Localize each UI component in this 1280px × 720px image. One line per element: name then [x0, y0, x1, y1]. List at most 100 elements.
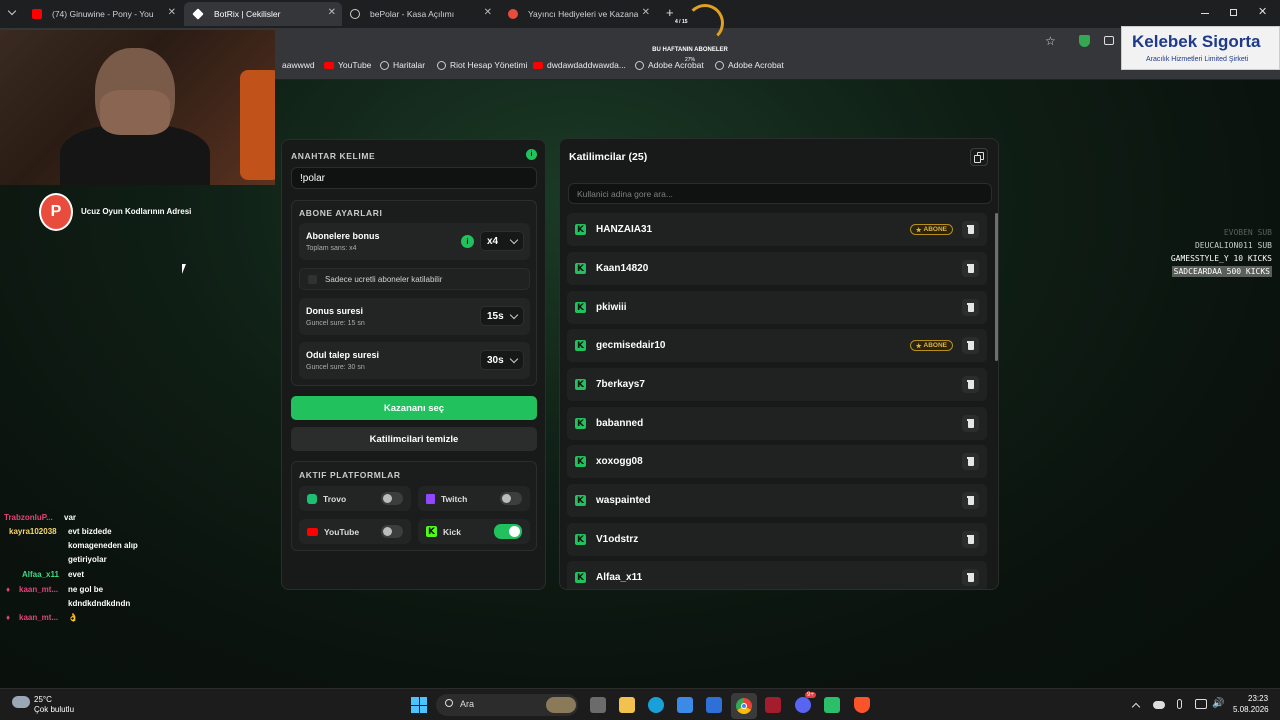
shield-icon[interactable] — [1079, 35, 1090, 47]
sub-bonus-select[interactable]: x4 — [480, 231, 524, 251]
weather-icon — [12, 696, 30, 708]
participant-name: V1odstrz — [596, 534, 639, 545]
tab-label: BotRix | Cekilisler — [214, 9, 281, 19]
tab-bepolar[interactable]: bePolar - Kasa Açılımı ✕ — [340, 2, 498, 26]
scrollbar[interactable] — [995, 213, 998, 361]
tab-botrix[interactable]: BotRix | Cekilisler ✕ — [184, 2, 342, 26]
participant-row: K waspainted — [567, 484, 987, 517]
clock-time[interactable]: 23:23 — [1248, 694, 1268, 703]
chat-message: ♦ kaan_mt... ne gol be — [6, 583, 103, 597]
delete-participant-icon[interactable] — [962, 531, 979, 548]
clear-participants-button[interactable]: Katilimcilari temizle — [291, 427, 537, 451]
chrome-icon[interactable] — [731, 693, 757, 719]
clock-date[interactable]: 5.08.2026 — [1233, 705, 1269, 714]
star-icon[interactable]: ☆ — [1045, 34, 1056, 48]
delete-participant-icon[interactable] — [962, 221, 979, 238]
bookmark-haritalar[interactable]: Haritalar — [380, 60, 425, 70]
chevron-down-icon — [509, 354, 519, 364]
delete-participant-icon[interactable] — [962, 415, 979, 432]
tab-list-dropdown-icon[interactable] — [7, 6, 17, 16]
info-icon[interactable]: i — [461, 235, 474, 248]
kick-icon: K — [575, 224, 586, 235]
platform-kick: K Kick — [418, 519, 530, 544]
promo-text: Ucuz Oyun Kodlarının Adresi — [81, 207, 192, 216]
participant-search-input[interactable]: Kullanici adina gore ara... — [568, 183, 992, 204]
mic-icon: ♦ — [6, 585, 11, 594]
twitch-icon — [426, 493, 435, 504]
search-icon — [445, 699, 453, 707]
participant-name: Alfaa_x11 — [596, 572, 643, 583]
close-tab-icon[interactable]: ✕ — [328, 7, 336, 18]
participant-row: K gecmisedair10 ★ ABONE — [567, 329, 987, 362]
volume-icon[interactable]: 🔊 — [1212, 698, 1224, 709]
store-icon[interactable] — [677, 697, 693, 713]
bookmark-riot[interactable]: Riot Hesap Yönetimi — [437, 60, 527, 70]
participant-name: HANZAIA31 — [596, 224, 653, 235]
chevron-up-icon[interactable] — [1131, 702, 1141, 712]
app-icon[interactable] — [824, 697, 840, 713]
cloud-icon[interactable] — [1153, 701, 1165, 709]
sub-bonus-row: Abonelere bonus Toplam sans: x4 i x4 — [299, 223, 530, 260]
info-icon[interactable]: i — [526, 149, 537, 160]
brave-icon[interactable] — [854, 697, 870, 713]
weather-temperature: 25°C — [34, 695, 52, 704]
participant-row: K 7berkays7 — [567, 368, 987, 401]
discord-icon[interactable] — [795, 697, 811, 713]
sub-badge: ★ ABONE — [909, 340, 953, 351]
keyword-input[interactable]: !polar — [291, 167, 537, 189]
tab-yayinci[interactable]: Yayıncı Hediyeleri ve Kazananlar ✕ — [498, 2, 656, 26]
network-icon[interactable] — [1195, 699, 1207, 709]
delete-participant-icon[interactable] — [962, 569, 979, 586]
mail-icon[interactable] — [706, 697, 722, 713]
participant-row: K HANZAIA31 ★ ABONE — [567, 213, 987, 246]
globe-icon — [437, 60, 446, 70]
delete-participant-icon[interactable] — [962, 376, 979, 393]
start-button[interactable] — [411, 697, 427, 713]
extension-icon[interactable] — [1104, 36, 1114, 45]
tab-youtube[interactable]: (74) Ginuwine - Pony - You ✕ — [22, 2, 180, 26]
new-tab-button[interactable]: + — [666, 5, 674, 20]
close-tab-icon[interactable]: ✕ — [484, 7, 492, 18]
participant-name: Kaan14820 — [596, 263, 649, 274]
delete-participant-icon[interactable] — [962, 492, 979, 509]
minimize-icon[interactable] — [1201, 13, 1209, 14]
kick-icon: K — [575, 572, 586, 583]
close-window-icon[interactable]: ✕ — [1258, 5, 1267, 18]
claim-time-select[interactable]: 30s — [480, 350, 524, 370]
only-paid-checkbox[interactable] — [308, 275, 317, 284]
vivaldi-icon[interactable] — [765, 697, 781, 713]
participant-row: K Kaan14820 — [567, 252, 987, 285]
delete-participant-icon[interactable] — [962, 299, 979, 316]
kick-icon: K — [575, 418, 586, 429]
kick-icon: K — [575, 379, 586, 390]
microphone-icon[interactable] — [1177, 699, 1182, 709]
delete-participant-icon[interactable] — [962, 337, 979, 354]
close-tab-icon[interactable]: ✕ — [642, 7, 650, 18]
sub-bonus-title: Abonelere bonus — [306, 231, 380, 241]
twitch-toggle[interactable] — [500, 492, 522, 505]
only-paid-row[interactable]: Sadece ucretli aboneler katilabilir — [299, 268, 530, 290]
sub-bonus-subtitle: Toplam sans: x4 — [306, 245, 357, 252]
duration-select[interactable]: 15s — [480, 306, 524, 326]
trovo-toggle[interactable] — [381, 492, 403, 505]
participant-name: 7berkays7 — [596, 379, 645, 390]
sub-settings-label: ABONE AYARLARI — [299, 208, 383, 218]
youtube-icon — [307, 527, 318, 536]
pick-winner-button[interactable]: Kazananı seç — [291, 396, 537, 420]
bookmark-aawwwd[interactable]: aawwwd — [282, 60, 315, 70]
copy-icon[interactable] — [970, 148, 988, 166]
delete-participant-icon[interactable] — [962, 260, 979, 277]
taskbar-search[interactable]: Ara — [436, 694, 578, 716]
youtube-toggle[interactable] — [381, 525, 403, 538]
bookmark-dwdaw[interactable]: dwdawdaddwawda... — [533, 60, 626, 70]
file-explorer-icon[interactable] — [619, 697, 635, 713]
edge-icon[interactable] — [648, 697, 664, 713]
delete-participant-icon[interactable] — [962, 453, 979, 470]
chat-message: getiriyolar — [68, 555, 107, 564]
bookmark-youtube[interactable]: YouTube — [324, 60, 371, 70]
task-view-icon[interactable] — [590, 697, 606, 713]
kick-toggle[interactable] — [494, 524, 522, 539]
maximize-icon[interactable] — [1230, 9, 1237, 16]
close-tab-icon[interactable]: ✕ — [168, 7, 176, 18]
tab-label: bePolar - Kasa Açılımı — [370, 9, 455, 19]
